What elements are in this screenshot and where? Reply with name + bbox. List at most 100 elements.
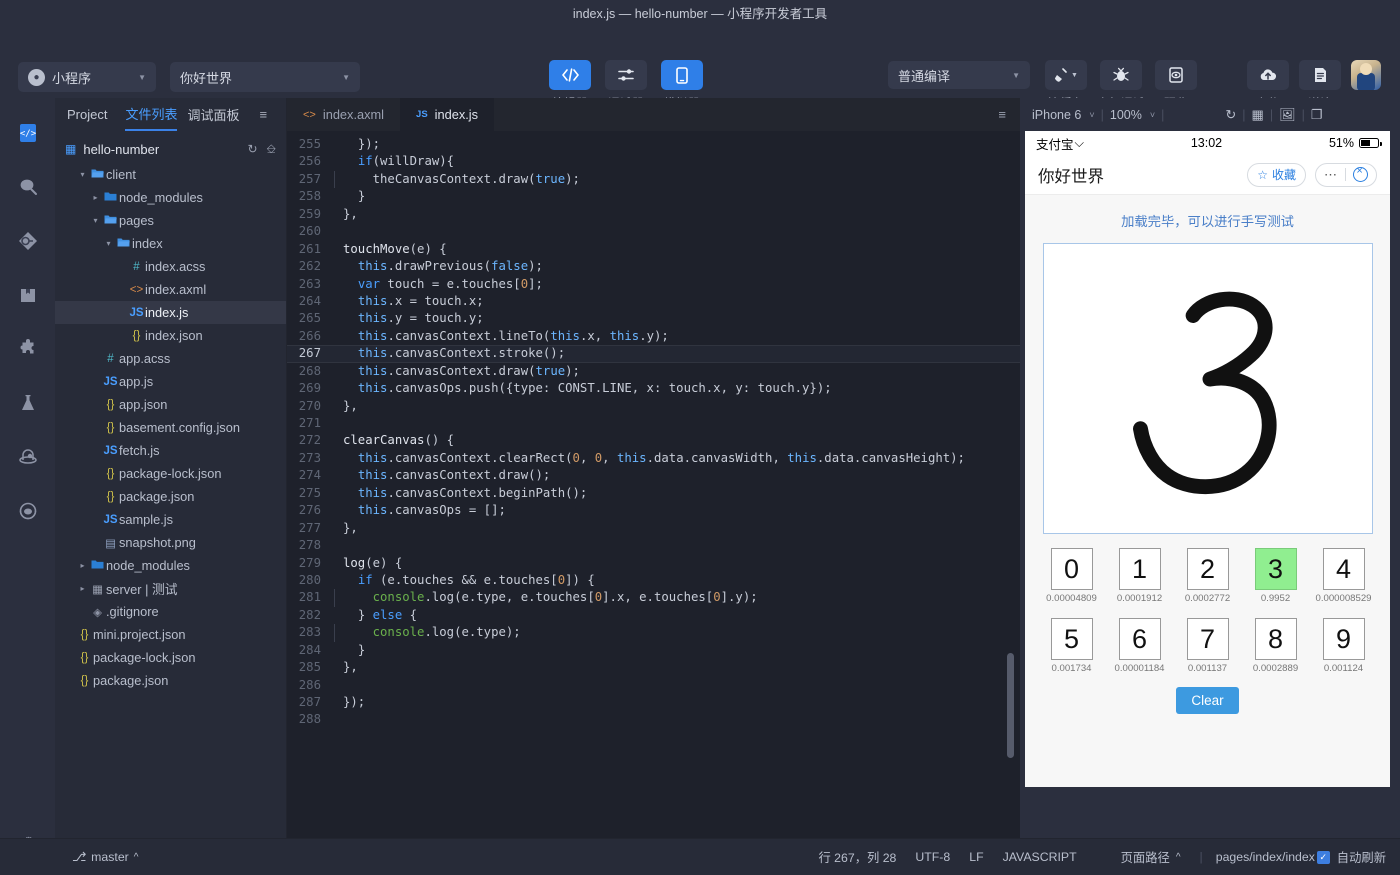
code-line[interactable]: 281 console.log(e.type, e.touches[0].x, …: [287, 589, 1020, 607]
favorite-button[interactable]: ☆ 收藏: [1247, 162, 1306, 187]
tree-item-app-js[interactable]: JS app.js: [55, 370, 286, 393]
nav-more-group[interactable]: ⋯: [1315, 162, 1377, 187]
tree-item-package-lock-json[interactable]: {} package-lock.json: [55, 646, 286, 669]
tree-item-app-json[interactable]: {} app.json: [55, 393, 286, 416]
search-icon[interactable]: [15, 174, 41, 200]
code-line[interactable]: 255 });: [287, 136, 1020, 153]
chevron-toggle-icon[interactable]: ▾: [102, 239, 115, 248]
user-avatar[interactable]: [1351, 60, 1381, 90]
code-line[interactable]: 266 this.canvasContext.lineTo(this.x, th…: [287, 328, 1020, 345]
tree-item-package-json[interactable]: {} package.json: [55, 485, 286, 508]
package-icon[interactable]: [15, 282, 41, 308]
chevron-toggle-icon[interactable]: ▾: [76, 170, 89, 179]
screenshot-timer-icon[interactable]: 🖼: [1279, 107, 1296, 123]
more-dots-icon[interactable]: ⋯: [1324, 167, 1338, 183]
code-line[interactable]: 285},: [287, 659, 1020, 676]
code-line[interactable]: 257 theCanvasContext.draw(true);: [287, 170, 1020, 189]
code-line[interactable]: 278: [287, 537, 1020, 554]
help-support-icon[interactable]: [15, 498, 41, 524]
tab-file-list[interactable]: 文件列表: [125, 98, 178, 131]
compile-mode-select[interactable]: 普通编译 ▼: [888, 61, 1030, 89]
tree-item-mini-project-json[interactable]: {} mini.project.json: [55, 623, 286, 646]
chevron-toggle-icon[interactable]: ▾: [89, 216, 102, 225]
tree-item-index-acss[interactable]: # index.acss: [55, 255, 286, 278]
code-line[interactable]: 262 this.drawPrevious(false);: [287, 258, 1020, 275]
code-line[interactable]: 264 this.x = touch.x;: [287, 293, 1020, 310]
tree-item-index-js[interactable]: JS index.js: [55, 301, 286, 324]
code-line[interactable]: 282 } else {: [287, 607, 1020, 624]
code-line[interactable]: 284 }: [287, 642, 1020, 659]
language-label[interactable]: JAVASCRIPT: [1003, 850, 1077, 864]
tree-item-node-modules[interactable]: ▸ node_modules: [55, 554, 286, 577]
editor-tab-index-axml[interactable]: <> index.axml: [287, 98, 400, 131]
code-line[interactable]: 273 this.canvasContext.clearRect(0, 0, t…: [287, 450, 1020, 467]
auto-refresh-toggle[interactable]: ✓ 自动刷新: [1316, 848, 1386, 866]
editor-layout-icon[interactable]: ≡: [984, 98, 1020, 131]
tree-item--gitignore[interactable]: ◈ .gitignore: [55, 600, 286, 623]
eol-label[interactable]: LF: [969, 850, 983, 864]
tree-item-index-json[interactable]: {} index.json: [55, 324, 286, 347]
tree-item-fetch-js[interactable]: JS fetch.js: [55, 439, 286, 462]
tree-item-index-axml[interactable]: <> index.axml: [55, 278, 286, 301]
tab-debug-panel[interactable]: 调试面板: [187, 98, 239, 131]
puzzle-extension-icon[interactable]: [15, 336, 41, 362]
code-line[interactable]: 280 if (e.touches && e.touches[0]) {: [287, 572, 1020, 589]
editor-tab-index-js[interactable]: JS index.js: [400, 98, 495, 131]
close-circle-icon[interactable]: [1353, 165, 1368, 182]
chevron-toggle-icon[interactable]: ▸: [76, 561, 89, 570]
refresh-icon[interactable]: ↻: [247, 142, 257, 157]
code-line[interactable]: 272 clearCanvas() {: [287, 432, 1020, 449]
collapse-all-icon[interactable]: ⎒: [267, 142, 276, 157]
handwriting-canvas[interactable]: [1042, 243, 1373, 534]
code-line[interactable]: 270},: [287, 398, 1020, 415]
tab-project[interactable]: Project: [67, 98, 107, 131]
code-content[interactable]: 255 }); 256 if(willDraw){257 theCanvasCon…: [287, 131, 1020, 838]
tree-item-app-acss[interactable]: # app.acss: [55, 347, 286, 370]
code-file-icon[interactable]: </>: [15, 120, 41, 146]
tree-item-package-json[interactable]: {} package.json: [55, 669, 286, 692]
cursor-position[interactable]: 行 267，列 28: [818, 848, 896, 866]
zoom-select[interactable]: 100% ˅: [1110, 108, 1155, 122]
code-line[interactable]: 276 this.canvasOps = [];: [287, 502, 1020, 519]
tree-item-snapshot-png[interactable]: ▤ snapshot.png: [55, 531, 286, 554]
code-line[interactable]: 271: [287, 415, 1020, 432]
code-line[interactable]: 263 var touch = e.touches[0];: [287, 276, 1020, 293]
account-select[interactable]: ● 小程序 ▼: [18, 62, 156, 92]
code-line[interactable]: 261 touchMove(e) {: [287, 241, 1020, 258]
tree-item-basement-config-json[interactable]: {} basement.config.json: [55, 416, 286, 439]
code-line[interactable]: 265 this.y = touch.y;: [287, 310, 1020, 327]
page-path-selector[interactable]: 页面路径 ^: [1121, 848, 1181, 866]
refresh-icon[interactable]: ↻: [1225, 107, 1236, 123]
editor-scrollbar[interactable]: [1007, 653, 1014, 758]
tree-item-sample-js[interactable]: JS sample.js: [55, 508, 286, 531]
tree-item-server-[interactable]: ▸ ▦ server | 测试: [55, 577, 286, 600]
grid-apps-icon[interactable]: ▦: [1252, 107, 1264, 123]
branch-indicator[interactable]: ⎇ master ^: [72, 850, 138, 864]
source-control-icon[interactable]: [15, 228, 41, 254]
code-line[interactable]: 274 this.canvasContext.draw();: [287, 467, 1020, 484]
code-line[interactable]: 256 if(willDraw){: [287, 153, 1020, 170]
code-line[interactable]: 258 }: [287, 188, 1020, 205]
device-select[interactable]: iPhone 6 ˅: [1032, 108, 1095, 122]
project-select[interactable]: 你好世界 ▼: [170, 62, 360, 92]
checkbox-checked-icon[interactable]: ✓: [1316, 850, 1330, 864]
cloud-storage-icon[interactable]: [15, 444, 41, 470]
code-line[interactable]: 275 this.canvasContext.beginPath();: [287, 485, 1020, 502]
code-line[interactable]: 277},: [287, 520, 1020, 537]
code-line[interactable]: 267 this.canvasContext.stroke();: [287, 345, 1020, 363]
code-line[interactable]: 286: [287, 677, 1020, 694]
collapse-list-icon[interactable]: ≡: [260, 107, 268, 122]
project-root-row[interactable]: ▦ hello-number ↻ ⎒: [55, 135, 286, 163]
multi-window-icon[interactable]: ❐: [1311, 107, 1323, 123]
flask-experiment-icon[interactable]: [15, 390, 41, 416]
tree-item-node-modules[interactable]: ▸ node_modules: [55, 186, 286, 209]
encoding-label[interactable]: UTF-8: [915, 850, 950, 864]
code-line[interactable]: 269 this.canvasOps.push({type: CONST.LIN…: [287, 380, 1020, 397]
chevron-toggle-icon[interactable]: ▸: [89, 193, 102, 202]
tree-item-package-lock-json[interactable]: {} package-lock.json: [55, 462, 286, 485]
code-line[interactable]: 259},: [287, 206, 1020, 223]
code-line[interactable]: 260: [287, 223, 1020, 240]
code-line[interactable]: 288: [287, 711, 1020, 728]
tree-item-pages[interactable]: ▾ pages: [55, 209, 286, 232]
code-line[interactable]: 283 console.log(e.type);: [287, 624, 1020, 642]
